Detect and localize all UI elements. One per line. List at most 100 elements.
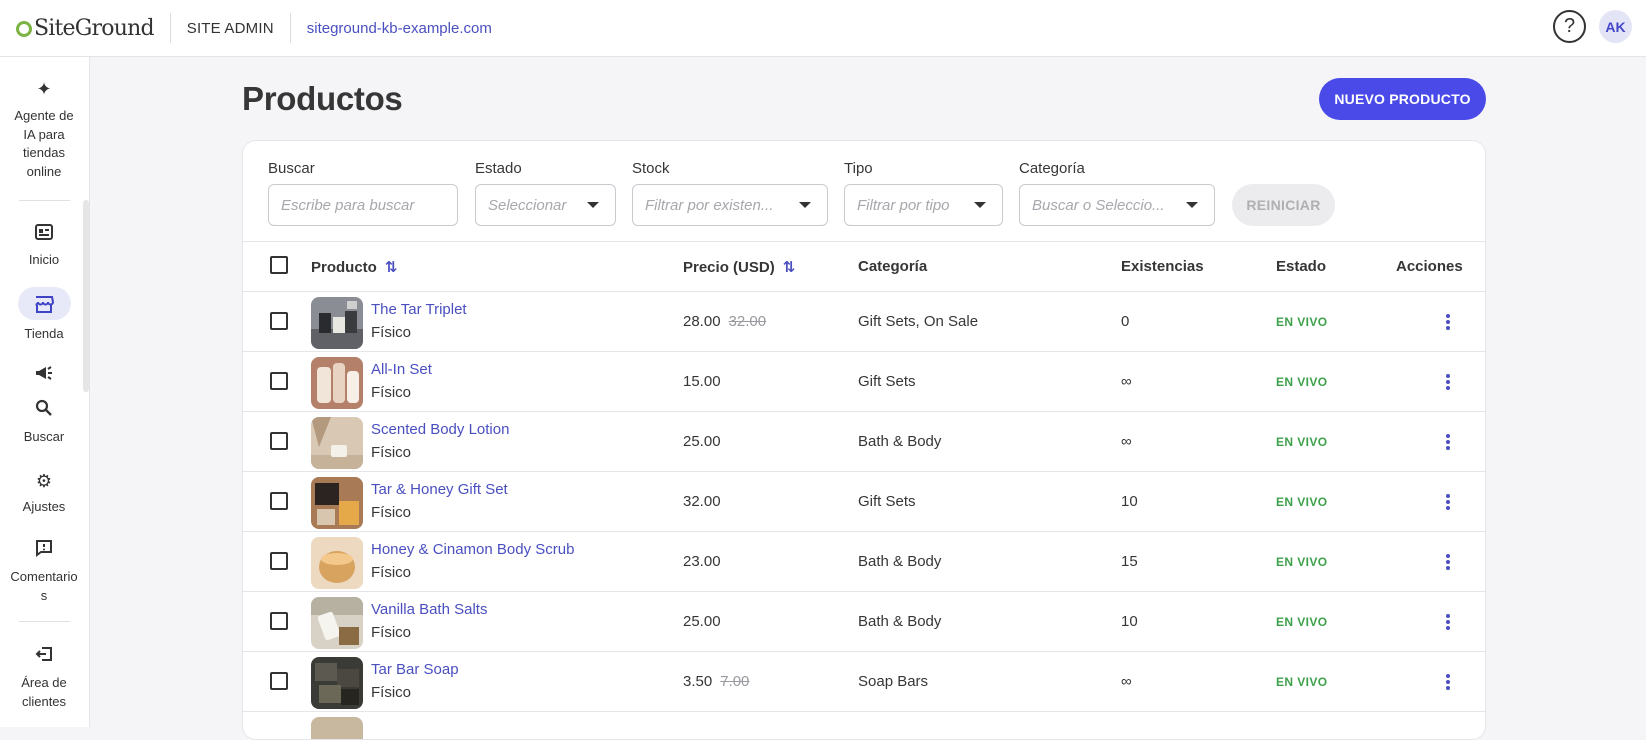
product-price: 3.50 7.00 <box>683 673 749 690</box>
more-actions-icon[interactable] <box>1442 432 1454 452</box>
feedback-icon <box>0 539 88 563</box>
product-thumbnail <box>311 657 363 709</box>
sidebar-item-label: Comentario <box>10 569 78 584</box>
sidebar-item-marketing[interactable] <box>0 363 88 387</box>
sidebar-divider <box>19 621 70 622</box>
product-name-link[interactable]: Tar & Honey Gift Set <box>371 481 508 498</box>
header-divider <box>289 13 291 43</box>
product-stock: ∞ <box>1121 673 1132 690</box>
avatar[interactable]: AK <box>1599 10 1632 43</box>
table-row[interactable]: Tar Bar Soap Físico 3.50 7.00 Soap Bars ∞… <box>243 652 1485 712</box>
product-thumbnail <box>311 297 363 349</box>
sidebar-item-home[interactable]: Inicio <box>0 222 88 270</box>
row-checkbox[interactable] <box>270 612 288 630</box>
select-all-checkbox[interactable] <box>270 256 288 274</box>
row-checkbox[interactable] <box>270 552 288 570</box>
table-row[interactable]: Vanilla Bath Salts Físico 25.00 Bath & B… <box>243 592 1485 652</box>
column-header-category: Categoría <box>858 258 928 275</box>
product-name-link[interactable]: Tar Bar Soap <box>371 661 459 678</box>
product-name-link[interactable]: Scented Body Lotion <box>371 421 509 438</box>
product-category: Bath & Body <box>858 553 942 570</box>
category-filter-select[interactable]: Buscar o Seleccio... <box>1019 184 1215 226</box>
siteground-logo[interactable]: SiteGround <box>16 0 155 57</box>
sort-icon[interactable]: ⇅ <box>385 258 398 276</box>
sort-icon[interactable]: ⇅ <box>783 258 796 276</box>
product-price: 25.00 <box>683 613 721 630</box>
product-stock: 10 <box>1121 493 1138 510</box>
table-row[interactable]: The Tar Triplet Físico 28.00 32.00 Gift S… <box>243 292 1485 352</box>
product-price: 25.00 <box>683 433 721 450</box>
current-price: 32.00 <box>683 493 721 510</box>
sidebar: ✦ Agente de IA para tiendas online Inici… <box>0 57 90 727</box>
row-checkbox[interactable] <box>270 432 288 450</box>
sidebar-item-label: Inicio <box>28 252 60 267</box>
table-row[interactable] <box>243 712 1485 739</box>
search-input[interactable]: Escribe para buscar <box>268 184 458 226</box>
column-header-status: Estado <box>1276 258 1327 275</box>
category-filter-label: Categoría <box>1019 160 1085 177</box>
column-label: Producto <box>311 259 377 276</box>
product-type: Físico <box>371 444 412 461</box>
type-filter-select[interactable]: Filtrar por tipo <box>844 184 1003 226</box>
product-name-link[interactable]: Vanilla Bath Salts <box>371 601 487 618</box>
store-icon <box>17 287 71 320</box>
table-row[interactable]: All-In Set Físico 15.00 Gift Sets ∞ EN V… <box>243 352 1485 412</box>
product-name-link[interactable]: The Tar Triplet <box>371 301 467 318</box>
row-checkbox[interactable] <box>270 372 288 390</box>
stock-filter-label: Stock <box>632 160 670 177</box>
product-name-link[interactable]: All-In Set <box>371 361 432 378</box>
help-icon[interactable]: ? <box>1553 10 1586 43</box>
current-price: 25.00 <box>683 433 721 450</box>
status-filter-select[interactable]: Seleccionar <box>475 184 616 226</box>
old-price: 7.00 <box>720 673 750 690</box>
stock-filter-select[interactable]: Filtrar por existen... <box>632 184 828 226</box>
column-header-stock: Existencias <box>1121 258 1204 275</box>
more-actions-icon[interactable] <box>1442 672 1454 692</box>
product-price: 28.00 32.00 <box>683 313 766 330</box>
row-checkbox[interactable] <box>270 492 288 510</box>
more-actions-icon[interactable] <box>1442 312 1454 332</box>
row-checkbox[interactable] <box>270 672 288 690</box>
more-actions-icon[interactable] <box>1442 612 1454 632</box>
siteground-logo-mark <box>16 21 32 37</box>
column-header-product[interactable]: Producto ⇅ <box>311 258 397 276</box>
product-thumbnail <box>311 417 363 469</box>
table-row[interactable]: Scented Body Lotion Físico 25.00 Bath & … <box>243 412 1485 472</box>
chevron-down-icon <box>587 202 599 208</box>
new-product-button[interactable]: NUEVO PRODUCTO <box>1319 78 1486 120</box>
product-stock: 0 <box>1121 313 1130 330</box>
status-badge: EN VIVO <box>1276 555 1328 569</box>
current-price: 23.00 <box>683 553 721 570</box>
brand-name: SiteGround <box>34 15 155 41</box>
sidebar-item-client-area[interactable]: Área de clientes <box>0 645 88 711</box>
site-domain-link[interactable]: siteground-kb-example.com <box>307 20 492 37</box>
product-price: 32.00 <box>683 493 721 510</box>
products-card: Buscar Escribe para buscar Estado Selecc… <box>242 140 1486 740</box>
page-title: Productos <box>242 80 403 117</box>
more-actions-icon[interactable] <box>1442 492 1454 512</box>
column-header-actions: Acciones <box>1396 258 1463 275</box>
section-title: SITE ADMIN <box>186 19 274 37</box>
logout-icon <box>0 645 88 669</box>
search-icon <box>0 399 88 423</box>
table-row[interactable]: Honey & Cinamon Body Scrub Físico 23.00 … <box>243 532 1485 592</box>
sidebar-item-ai-agent[interactable]: ✦ Agente de IA para tiendas online <box>0 77 88 181</box>
more-actions-icon[interactable] <box>1442 372 1454 392</box>
status-badge: EN VIVO <box>1276 375 1328 389</box>
sidebar-item-store[interactable]: Tienda <box>0 287 88 344</box>
sidebar-item-settings[interactable]: ⚙ Ajustes <box>0 469 88 517</box>
product-stock: 10 <box>1121 613 1138 630</box>
status-badge: EN VIVO <box>1276 615 1328 629</box>
product-name-link[interactable]: Honey & Cinamon Body Scrub <box>371 541 574 558</box>
status-filter-label: Estado <box>475 160 522 177</box>
more-actions-icon[interactable] <box>1442 552 1454 572</box>
table-row[interactable]: Tar & Honey Gift Set Físico 32.00 Gift S… <box>243 472 1485 532</box>
search-placeholder: Escribe para buscar <box>281 196 415 214</box>
product-price: 23.00 <box>683 553 721 570</box>
row-checkbox[interactable] <box>270 312 288 330</box>
product-thumbnail <box>311 717 363 739</box>
reset-filters-button[interactable]: REINICIAR <box>1232 184 1335 226</box>
sidebar-item-comments[interactable]: Comentario s <box>0 539 88 605</box>
sidebar-item-search[interactable]: Buscar <box>0 399 88 447</box>
column-header-price[interactable]: Precio (USD) ⇅ <box>683 258 795 276</box>
